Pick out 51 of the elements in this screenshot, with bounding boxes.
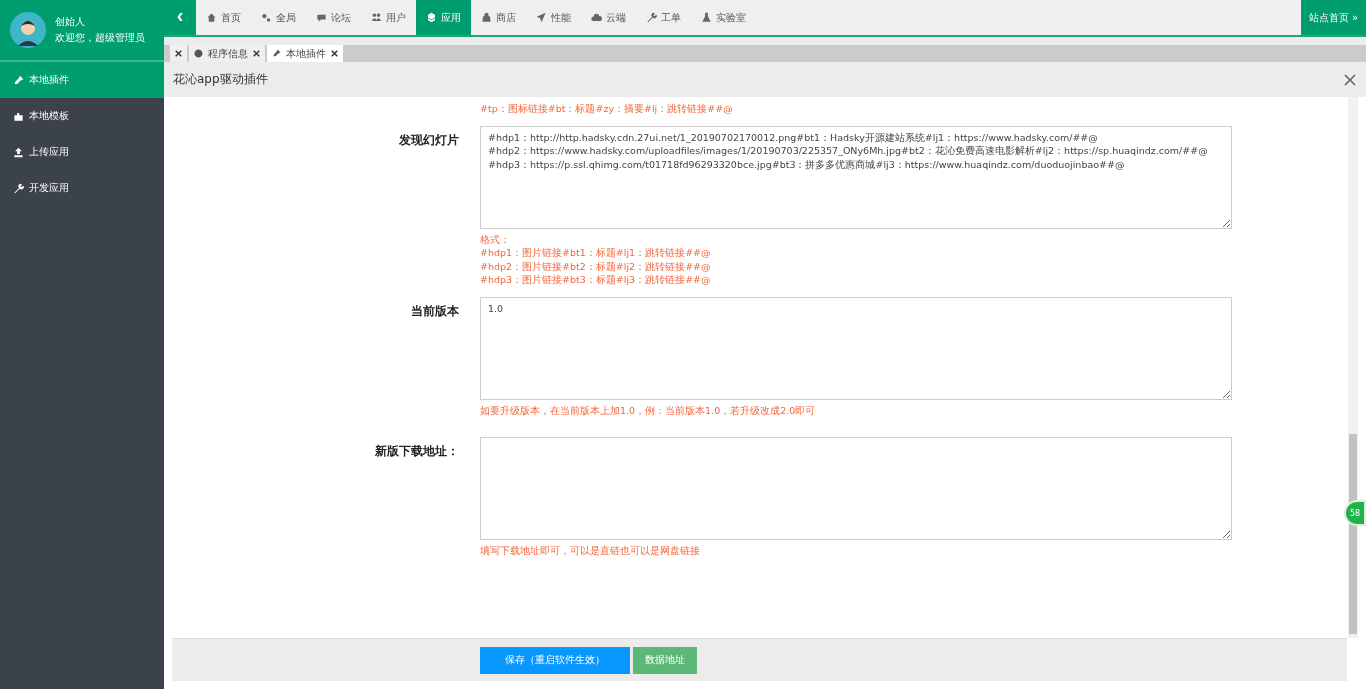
nav-tab[interactable]: 性能 [526, 0, 581, 35]
avatar-icon [10, 12, 46, 48]
nav-icon [206, 12, 217, 23]
nav-tab[interactable]: 商店 [471, 0, 526, 35]
hint-text: 填写下载地址即可，可以是直链也可以是网盘链接 [480, 544, 701, 558]
hint-text: 如要升级版本，在当前版本上加1.0，例：当前版本1.0，若升级改成2.0即可 [480, 403, 817, 417]
menu-item-icon [13, 110, 24, 122]
field-label: 当前版本 [411, 303, 459, 318]
field-label: 新版下载地址： [375, 444, 459, 458]
nav-icon [261, 12, 272, 23]
hint-text: #hdp3：图片链接#bt3：标题#lj3：跳转链接##@ [480, 273, 712, 287]
menu-item-icon [13, 74, 24, 86]
menu-item-icon [13, 182, 24, 194]
close-icon[interactable] [1344, 73, 1356, 86]
nav-icon [316, 12, 327, 23]
user-greeting: 欢迎您，超级管理员 [55, 31, 145, 45]
nav-tab[interactable]: 用户 [361, 0, 416, 35]
nav-icon [591, 12, 602, 23]
nav-tab[interactable]: 首页 [196, 0, 251, 35]
page-tab[interactable]: 本地插件 [267, 45, 343, 62]
menu-item-icon [13, 146, 24, 158]
sidebar-item[interactable]: 上传应用 [0, 134, 164, 170]
scrollbar[interactable] [1348, 97, 1358, 638]
tab-icon [194, 49, 203, 58]
hint-text: #hdp1：图片链接#bt1：标题#lj1：跳转链接##@ [480, 246, 712, 260]
nav-icon [701, 12, 712, 23]
sidebar-item[interactable]: 开发应用 [0, 170, 164, 206]
page-tab[interactable]: 程序信息 [189, 45, 265, 62]
field-label: 发现幻灯片 [399, 132, 459, 147]
nav-icon [481, 12, 492, 23]
hint-text: 格式： [480, 232, 511, 246]
nav-tab[interactable]: 实验室 [691, 0, 756, 35]
nav-icon [371, 12, 382, 23]
hint-text: #tp：图标链接#bt：标题#zy：摘要#lj：跳转链接##@ [480, 102, 734, 116]
text-area[interactable]: #hdp1：http://http.hadsky.cdn.27ui.net/1_20190702170012.png#bt1：Hadsky开源建站系统#lj1：https://www.hadsky.com/##@ #hdp2：https://www.hadsky.com/uploadfiles/images/1/20190703/225357_ONy6Mh.jpg#bt2：花沁免费高速电影解析#lj2：https://sp.huaqindz.com/##@ #hdp3：https://p.ssl.qhimg.com/t01718fd96293320bce.jpg#bt3：拼多多优惠商城#lj3：https://www.huaqindz.com/duoduojinbao##@ [480, 125, 1232, 229]
nav-tab[interactable]: 论坛 [306, 0, 361, 35]
hint-text: #hdp2：图片链接#bt2：标题#lj2：跳转链接##@ [480, 259, 712, 273]
nav-icon [426, 12, 437, 23]
nav-icon [646, 12, 657, 23]
sidebar-item[interactable]: 本地模板 [0, 98, 164, 134]
nav-icon [536, 12, 547, 23]
nav-tab[interactable]: 云端 [581, 0, 636, 35]
close-icon[interactable] [331, 50, 338, 57]
nav-tab[interactable]: 工单 [636, 0, 691, 35]
user-name: 创始人 [55, 15, 86, 29]
text-area[interactable]: 1.0 [480, 296, 1232, 400]
tab-icon [272, 49, 281, 58]
close-icon[interactable] [253, 50, 260, 57]
nav-tab[interactable]: 全局 [251, 0, 306, 35]
close-icon[interactable] [175, 50, 182, 57]
dialog-title: 花沁app驱动插件 [173, 71, 268, 88]
